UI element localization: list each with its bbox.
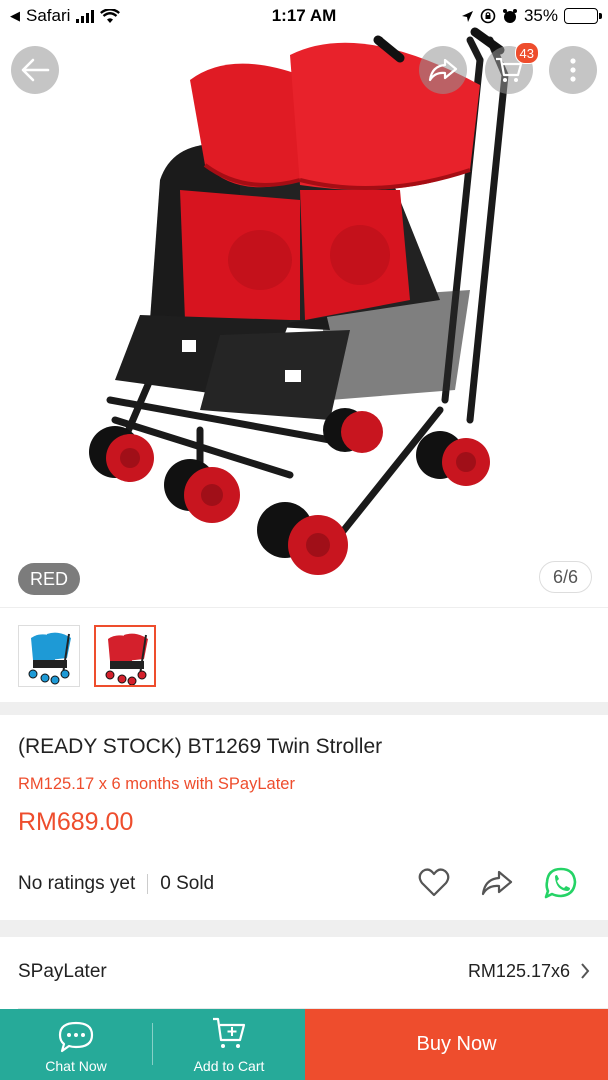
share-icon xyxy=(428,58,458,82)
cart-button[interactable]: 43 xyxy=(485,42,539,94)
product-title: (READY STOCK) BT1269 Twin Stroller xyxy=(18,735,383,758)
sold-count: 0 Sold xyxy=(160,873,215,894)
orientation-lock-icon xyxy=(480,8,496,24)
installment-text[interactable]: RM125.17 x 6 months with SPayLater xyxy=(18,775,295,794)
cart-count-badge: 43 xyxy=(514,42,539,64)
spaylater-row[interactable]: SPayLater RM125.17x6 xyxy=(0,937,608,1009)
arrow-left-icon xyxy=(21,58,50,82)
thumbnail-blue[interactable] xyxy=(18,625,80,687)
add-to-cart-icon xyxy=(213,1017,246,1048)
heart-icon[interactable] xyxy=(418,868,450,898)
chat-icon xyxy=(58,1021,94,1053)
blue-stroller-thumbnail xyxy=(28,632,71,685)
ratings-separator xyxy=(147,874,149,894)
image-counter: 6/6 xyxy=(538,561,592,593)
location-icon xyxy=(461,10,473,22)
battery-percent: 35% xyxy=(523,6,558,25)
spaylater-label: SPayLater xyxy=(18,961,107,982)
spaylater-value: RM125.17x6 xyxy=(467,961,570,981)
product-price: RM689.00 xyxy=(18,808,134,836)
section-divider xyxy=(0,702,608,715)
more-vertical-icon xyxy=(570,58,576,82)
add-to-cart-button[interactable]: Add to Cart xyxy=(153,1009,305,1080)
status-bar: ◀ Safari 1:17 AM 35% xyxy=(0,0,608,32)
bottom-action-bar: Chat Now Add to Cart Buy Now xyxy=(0,1009,608,1080)
thumbnail-red[interactable] xyxy=(94,625,156,687)
more-options-button[interactable] xyxy=(549,46,597,94)
alarm-icon xyxy=(502,9,517,23)
red-stroller-thumbnail xyxy=(105,633,148,685)
chat-now-button[interactable]: Chat Now xyxy=(0,1009,152,1080)
section-divider xyxy=(0,920,608,937)
share-icon[interactable] xyxy=(480,869,514,897)
buy-now-button[interactable]: Buy Now xyxy=(305,1009,608,1080)
chat-now-label: Chat Now xyxy=(45,1058,107,1074)
product-actions xyxy=(418,866,578,900)
variant-color-tag: RED xyxy=(18,563,81,595)
battery-icon xyxy=(564,8,602,24)
chevron-right-icon xyxy=(581,963,590,979)
variant-thumbnail-row xyxy=(0,607,608,702)
whatsapp-icon[interactable] xyxy=(544,866,578,900)
ratings-row: No ratings yet 0 Sold xyxy=(18,873,214,895)
share-button[interactable] xyxy=(419,46,467,94)
back-button[interactable] xyxy=(11,46,59,94)
add-to-cart-label: Add to Cart xyxy=(193,1058,265,1074)
ratings-text[interactable]: No ratings yet xyxy=(18,873,135,895)
